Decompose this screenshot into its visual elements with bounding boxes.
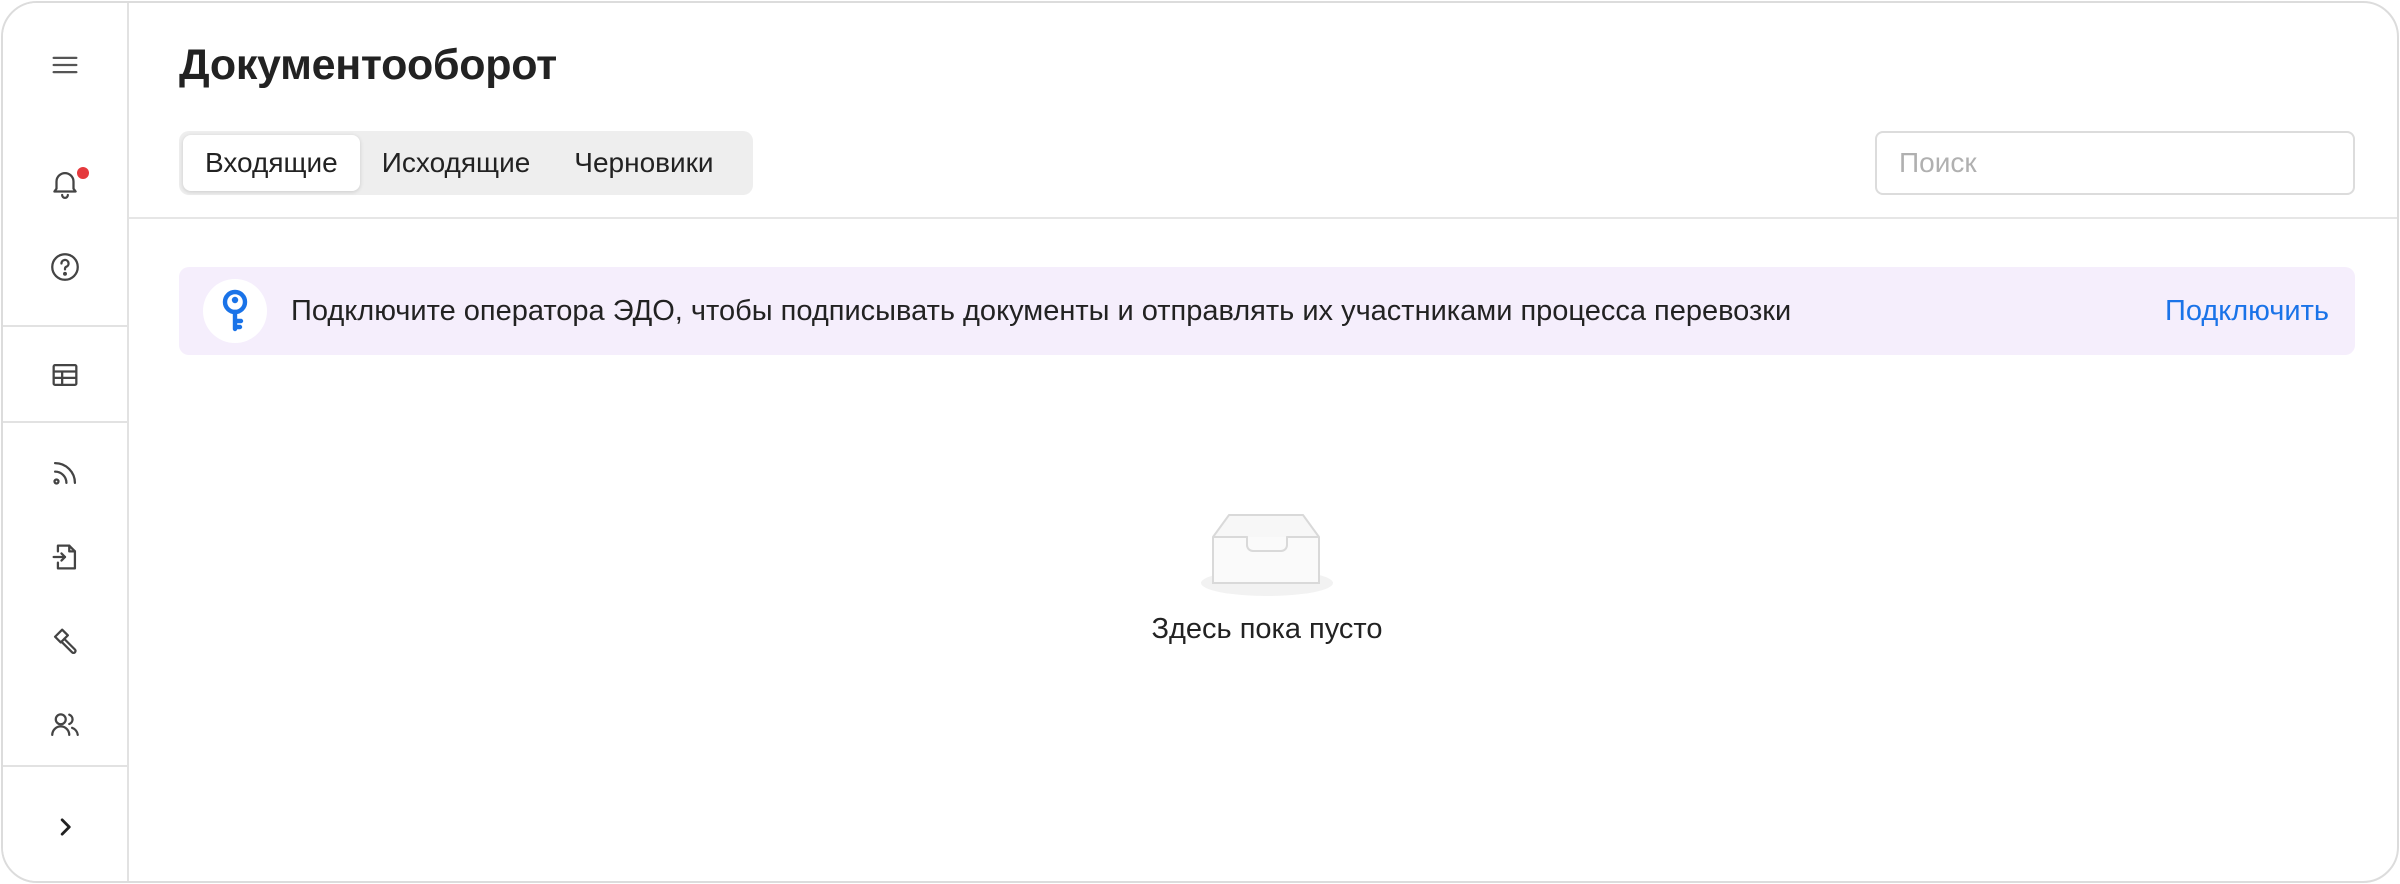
sidebar-item-documents[interactable]	[3, 525, 127, 589]
hammer-icon	[53, 628, 77, 654]
key-icon	[222, 289, 248, 332]
table-icon	[52, 363, 78, 387]
tabs-bar: Входящие Исходящие Черновики	[179, 131, 753, 195]
notification-badge	[77, 167, 89, 179]
page-title: Документооборот	[179, 41, 557, 89]
main-content: Документооборот Входящие Исходящие Черно…	[129, 3, 2397, 881]
app-window: Документооборот Входящие Исходящие Черно…	[1, 1, 2399, 883]
sidebar-divider	[3, 325, 127, 327]
sidebar-item-users[interactable]	[3, 693, 127, 757]
header-divider	[129, 217, 2397, 219]
users-icon	[51, 713, 79, 737]
tab-drafts[interactable]: Черновики	[552, 135, 735, 191]
empty-state-message: Здесь пока пусто	[1151, 613, 1383, 645]
notifications-button[interactable]	[3, 151, 127, 215]
sidebar	[3, 3, 129, 881]
banner-message: Подключите оператора ЭДО, чтобы подписыв…	[291, 295, 1792, 327]
tab-incoming[interactable]: Входящие	[183, 135, 360, 191]
rss-feed-icon	[53, 461, 77, 485]
chevron-right-icon	[60, 818, 71, 836]
sidebar-item-table[interactable]	[3, 343, 127, 407]
help-button[interactable]	[3, 235, 127, 299]
empty-inbox-icon	[1201, 514, 1333, 596]
sidebar-divider	[3, 765, 127, 767]
connect-link[interactable]: Подключить	[2165, 267, 2329, 355]
tab-outgoing[interactable]: Исходящие	[360, 135, 553, 191]
help-circle-icon	[51, 253, 79, 281]
sidebar-item-feed[interactable]	[3, 441, 127, 505]
sidebar-item-auctions[interactable]	[3, 609, 127, 673]
document-sign-icon	[52, 544, 77, 570]
banner-icon-circle	[203, 279, 267, 343]
sidebar-divider	[3, 421, 127, 423]
menu-button[interactable]	[3, 33, 127, 97]
expand-sidebar-button[interactable]	[3, 795, 127, 859]
search-input[interactable]	[1875, 131, 2355, 195]
menu-icon	[52, 56, 78, 74]
edo-connect-banner: Подключите оператора ЭДО, чтобы подписыв…	[179, 267, 2355, 355]
